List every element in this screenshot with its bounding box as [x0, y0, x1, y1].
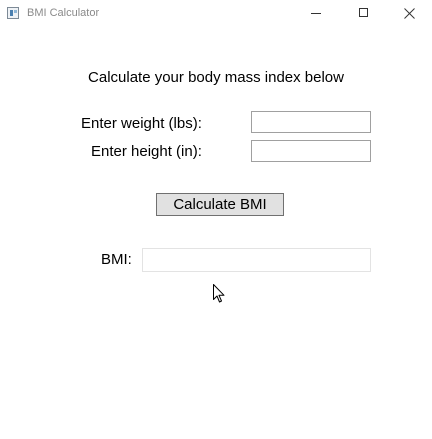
height-input[interactable]: [251, 140, 371, 162]
title-bar[interactable]: BMI Calculator: [0, 0, 432, 28]
window-title: BMI Calculator: [27, 7, 100, 19]
app-icon: [7, 7, 19, 19]
maximize-button[interactable]: [340, 0, 386, 28]
close-icon: [404, 8, 415, 19]
weight-label: Enter weight (lbs):: [81, 115, 202, 132]
bmi-result-field[interactable]: [142, 248, 371, 272]
form-heading: Calculate your body mass index below: [0, 69, 432, 86]
bmi-calculator-window: BMI Calculator Calculate your body mass …: [0, 0, 432, 439]
close-button[interactable]: [386, 0, 432, 28]
minimize-button[interactable]: [294, 0, 340, 28]
form-heading-text: Calculate your body mass index below: [88, 69, 344, 86]
mouse-pointer-icon: [213, 284, 225, 303]
minimize-icon: [311, 13, 321, 14]
maximize-icon: [359, 8, 368, 17]
height-label: Enter height (in):: [91, 143, 202, 160]
calculate-bmi-button[interactable]: Calculate BMI: [156, 193, 284, 216]
bmi-label: BMI:: [101, 251, 132, 268]
weight-input[interactable]: [251, 111, 371, 133]
